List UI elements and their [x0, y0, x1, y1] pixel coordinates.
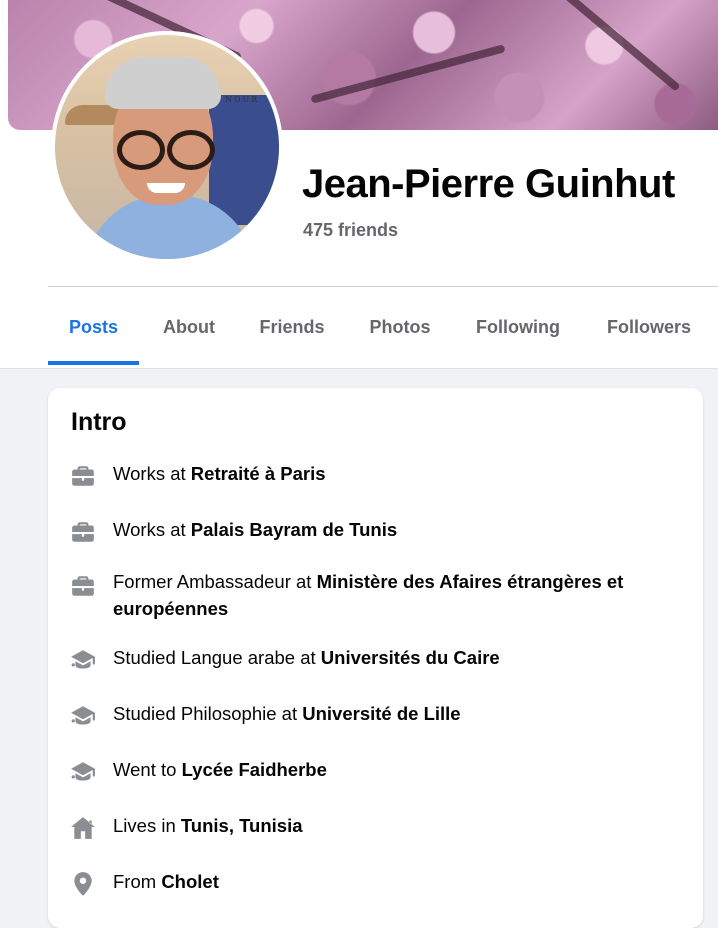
graduation-cap-icon	[70, 703, 96, 729]
intro-link[interactable]: Retraité à Paris	[191, 463, 326, 484]
friends-count[interactable]: 475 friends	[303, 220, 398, 241]
intro-prefix: From	[113, 871, 162, 892]
intro-title: Intro	[71, 408, 127, 436]
profile-header: NOUR Jean-Pierre Guinhut 475 friends Pos…	[0, 0, 718, 369]
intro-link[interactable]: Tunis, Tunisia	[181, 815, 303, 836]
intro-prefix: Works at	[113, 463, 191, 484]
intro-prefix: Studied Langue arabe at	[113, 647, 321, 668]
intro-link[interactable]: Université de Lille	[302, 703, 460, 724]
tab-posts[interactable]: Posts	[48, 300, 139, 365]
intro-link[interactable]: Cholet	[161, 871, 219, 892]
graduation-cap-icon	[70, 647, 96, 673]
briefcase-icon	[70, 463, 96, 489]
intro-prefix: Studied Philosophie at	[113, 703, 303, 724]
profile-name: Jean-Pierre Guinhut	[302, 162, 675, 206]
tab-following[interactable]: Following	[460, 300, 576, 364]
home-icon	[70, 815, 96, 841]
intro-prefix: Former Ambassadeur at	[113, 571, 317, 592]
header-divider	[48, 286, 718, 287]
tab-about[interactable]: About	[144, 300, 234, 364]
profile-avatar[interactable]: NOUR	[55, 35, 279, 259]
tab-photos[interactable]: Photos	[352, 300, 448, 364]
intro-link[interactable]: Palais Bayram de Tunis	[191, 519, 397, 540]
intro-card: Intro Works at Retraité à Paris Works at…	[48, 388, 703, 928]
intro-prefix: Went to	[113, 759, 182, 780]
graduation-cap-icon	[70, 759, 96, 785]
intro-link[interactable]: Lycée Faidherbe	[182, 759, 327, 780]
location-pin-icon	[70, 871, 96, 897]
briefcase-icon	[70, 519, 96, 545]
tab-followers[interactable]: Followers	[591, 300, 707, 364]
avatar-caption: NOUR	[225, 95, 260, 104]
tab-friends[interactable]: Friends	[244, 300, 340, 364]
briefcase-icon	[70, 573, 96, 599]
intro-link[interactable]: Universités du Caire	[321, 647, 500, 668]
intro-prefix: Lives in	[113, 815, 181, 836]
intro-prefix: Works at	[113, 519, 191, 540]
